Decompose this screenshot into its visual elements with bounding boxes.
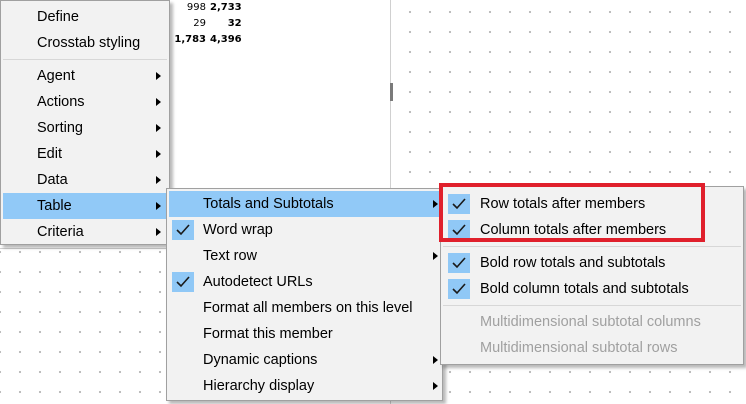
menu-item-label: Agent [37,68,75,84]
menu-separator [3,59,167,60]
menu-item-text-row[interactable]: Text row [169,243,440,269]
menu-item-label: Totals and Subtotals [203,196,334,212]
table-cell: 29 [193,18,206,29]
menu-item-label: Table [37,198,72,214]
menu-separator [443,305,741,306]
menu-item-table[interactable]: Table [3,193,167,219]
checkmark-icon [172,272,194,292]
table-cell: 32 [227,18,242,29]
menu-item-label: Autodetect URLs [203,274,313,290]
submenu-arrow-icon [156,72,161,80]
menu-item-label: Criteria [37,224,84,240]
submenu-arrow-icon [156,98,161,106]
table-submenu: Totals and Subtotals Word wrap Text row … [166,188,443,401]
menu-item-label: Edit [37,146,62,162]
menu-item-bold-column-totals[interactable]: Bold column totals and subtotals [443,276,741,302]
menu-item-multidimensional-subtotal-rows: Multidimensional subtotal rows [443,335,741,361]
menu-item-format-all-members[interactable]: Format all members on this level [169,295,440,321]
menu-item-label: Data [37,172,68,188]
menu-item-label: Format all members on this level [203,300,413,316]
menu-item-data[interactable]: Data [3,167,167,193]
checkmark-icon [448,253,470,273]
menu-item-dynamic-captions[interactable]: Dynamic captions [169,347,440,373]
menu-item-hierarchy-display[interactable]: Hierarchy display [169,373,440,399]
submenu-arrow-icon [156,228,161,236]
submenu-arrow-icon [156,124,161,132]
menu-item-label: Word wrap [203,222,273,238]
menu-item-multidimensional-subtotal-columns: Multidimensional subtotal columns [443,309,741,335]
menu-item-label: Actions [37,94,85,110]
menu-item-sorting[interactable]: Sorting [3,115,167,141]
menu-item-label: Hierarchy display [203,378,315,394]
submenu-arrow-icon [433,382,438,390]
menu-item-label: Multidimensional subtotal columns [480,314,701,330]
menu-item-word-wrap[interactable]: Word wrap [169,217,440,243]
table-row-total: 1,783 4,396 [168,32,244,48]
menu-item-bold-row-totals[interactable]: Bold row totals and subtotals [443,250,741,276]
menu-item-totals-and-subtotals[interactable]: Totals and Subtotals [169,191,440,217]
menu-item-autodetect-urls[interactable]: Autodetect URLs [169,269,440,295]
menu-item-format-this-member[interactable]: Format this member [169,321,440,347]
menu-item-label: Define [37,9,79,25]
menu-item-agent[interactable]: Agent [3,63,167,89]
menu-item-label: Format this member [203,326,333,342]
crosstab-grid: 998 2,733 29 32 1,783 4,396 [168,0,244,48]
panel-splitter-handle[interactable] [390,83,393,101]
checkmark-icon [448,279,470,299]
submenu-arrow-icon [156,150,161,158]
menu-item-actions[interactable]: Actions [3,89,167,115]
table-cell: 4,396 [210,34,242,45]
menu-item-label: Crosstab styling [37,35,141,51]
menu-separator [443,246,741,247]
submenu-arrow-icon [433,252,438,260]
table-row: 29 32 [168,16,244,32]
menu-item-criteria[interactable]: Criteria [3,219,167,245]
context-menu: Define Crosstab styling Agent Actions So… [0,0,170,245]
table-cell: 2,733 [210,2,242,13]
menu-item-label: Bold column totals and subtotals [480,281,689,297]
menu-item-label: Dynamic captions [203,352,318,368]
submenu-arrow-icon [433,356,438,364]
menu-item-label: Sorting [37,120,83,136]
menu-item-define[interactable]: Define [3,4,167,30]
menu-item-label: Bold row totals and subtotals [480,255,666,271]
highlight-annotation-box [439,183,705,242]
table-cell: 1,783 [174,34,206,45]
submenu-arrow-icon [433,200,438,208]
table-cell: 998 [186,2,206,13]
submenu-arrow-icon [156,176,161,184]
table-row: 998 2,733 [168,0,244,16]
checkmark-icon [172,220,194,240]
menu-item-crosstab-styling[interactable]: Crosstab styling [3,30,167,56]
submenu-arrow-icon [156,202,161,210]
menu-item-label: Multidimensional subtotal rows [480,340,678,356]
menu-item-edit[interactable]: Edit [3,141,167,167]
menu-item-label: Text row [203,248,257,264]
